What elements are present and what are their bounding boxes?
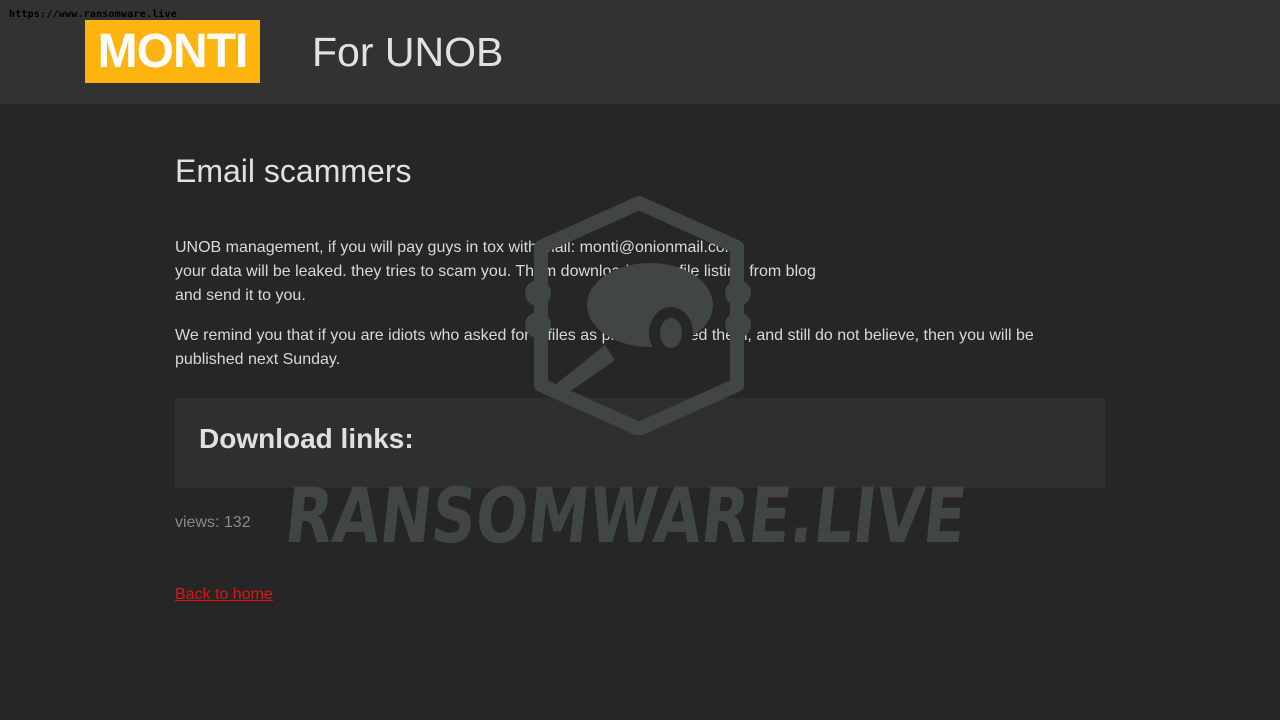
- post-paragraph-1: UNOB management, if you will pay guys in…: [175, 236, 1105, 308]
- download-links-panel: Download links:: [175, 398, 1105, 488]
- page-title: Email scammers: [175, 153, 412, 189]
- post-body: UNOB management, if you will pay guys in…: [175, 236, 1105, 388]
- site-title: For UNOB: [312, 29, 504, 75]
- back-to-home-link[interactable]: Back to home: [175, 586, 273, 604]
- post-line-1: UNOB management, if you will pay guys in…: [175, 239, 739, 256]
- post-line-2: your data will be leaked. they tries to …: [175, 263, 816, 280]
- watermark-url: https://www.ransomware.live: [9, 9, 177, 20]
- site-logo[interactable]: MONTI: [85, 20, 260, 83]
- post-paragraph-2: We remind you that if you are idiots who…: [175, 327, 1034, 368]
- views-counter: views: 132: [175, 514, 251, 531]
- post-content: Email scammers UNOB management, if you w…: [175, 150, 1105, 603]
- download-links-heading: Download links:: [199, 423, 414, 454]
- post-line-3: and send it to you.: [175, 287, 306, 304]
- site-header: MONTI For UNOB: [0, 0, 1280, 104]
